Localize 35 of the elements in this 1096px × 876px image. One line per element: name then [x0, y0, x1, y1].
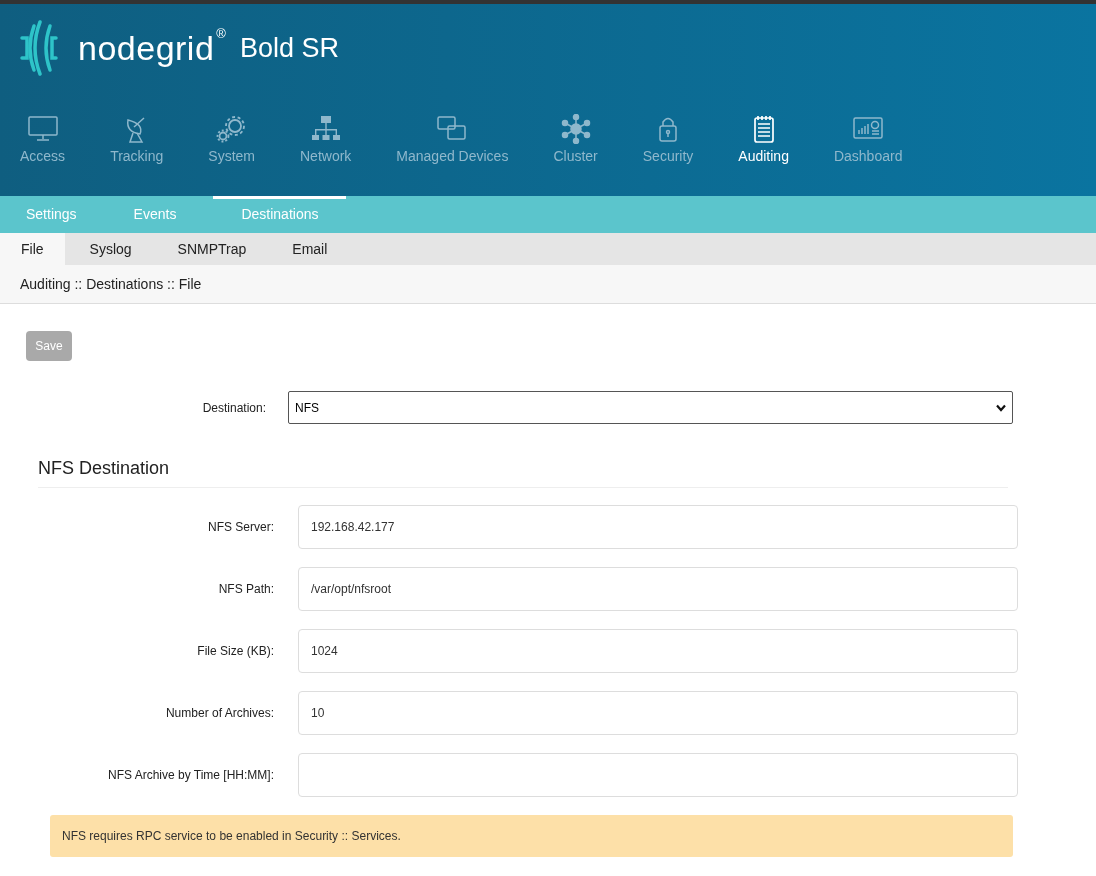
breadcrumb: Auditing :: Destinations :: File	[20, 276, 202, 292]
nav-tab[interactable]: System	[208, 114, 255, 164]
nav-tab[interactable]: Managed Devices	[396, 114, 509, 164]
monitor-icon	[25, 114, 60, 144]
nav-tab[interactable]: Access	[20, 114, 66, 164]
nav-tab[interactable]: Network	[300, 114, 352, 164]
field-label: NFS Archive by Time [HH:MM]:	[106, 768, 274, 782]
product-name: Bold SR	[239, 32, 339, 64]
field-label: File Size (KB):	[196, 644, 274, 658]
nav-tab[interactable]: Tracking	[110, 114, 164, 164]
tab[interactable]: Syslog	[68, 233, 153, 265]
subnav-tab[interactable]: Events	[113, 196, 197, 233]
nav-tab[interactable]: Dashboard	[833, 114, 903, 164]
subnav-tab[interactable]: Settings	[6, 196, 97, 233]
input-field[interactable]: /var/opt/nfsroot	[298, 567, 1018, 611]
field-label: Number of Archives:	[164, 706, 274, 720]
tab[interactable]: Email	[271, 233, 349, 265]
nav-tab[interactable]: Security	[642, 114, 694, 164]
chevron-down-icon	[996, 403, 1006, 412]
section-title: NFS Destination	[38, 458, 1008, 488]
field-label: NFS Server:	[207, 520, 274, 534]
brand-name: nodegrid	[78, 28, 215, 68]
nav-tab[interactable]: Cluster	[553, 114, 598, 164]
input-field[interactable]	[298, 753, 1018, 797]
field-label: Destination:	[201, 400, 266, 415]
nav-tab[interactable]: Auditing	[738, 114, 789, 164]
destination-dropdown[interactable]: NFS	[288, 391, 1013, 424]
input-field[interactable]: 10	[298, 691, 1018, 735]
input-field[interactable]: 1024	[298, 629, 1018, 673]
tab[interactable]: File	[0, 233, 65, 265]
registered-mark: ®	[216, 26, 226, 41]
input-field[interactable]: 192.168.42.177	[298, 505, 1018, 549]
field-label: NFS Path:	[217, 582, 274, 596]
warning-alert: NFS requires RPC service to be enabled in Security :: Services.	[50, 815, 1013, 857]
tab[interactable]: SNMPTrap	[156, 233, 268, 265]
